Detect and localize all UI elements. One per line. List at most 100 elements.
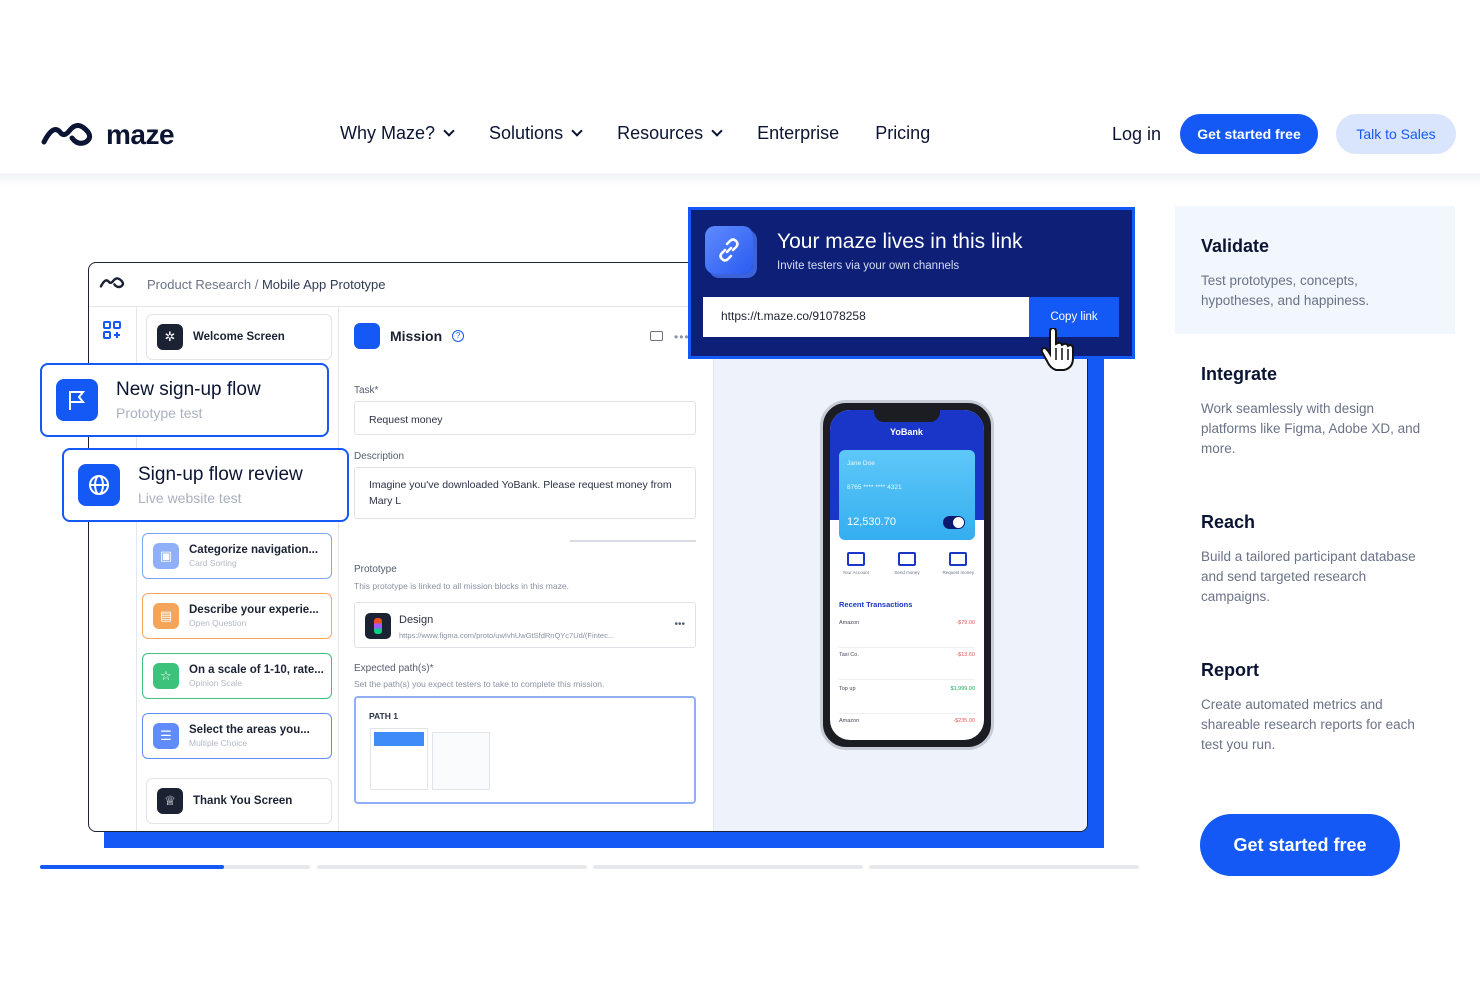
task-input[interactable]: Request money — [354, 401, 696, 435]
chevron-down-icon — [571, 125, 583, 137]
get-started-button[interactable]: Get started free — [1180, 114, 1318, 154]
panel-title: Your maze lives in this link — [777, 230, 1023, 253]
block-thank-you[interactable]: ♕ Thank You Screen — [146, 778, 332, 824]
main-menu: Why Maze? Solutions Resources Enterprise… — [340, 123, 966, 144]
block-open-question[interactable]: ▤ Describe your experie... Open Question — [142, 593, 332, 639]
feature-title: Reach — [1201, 512, 1256, 532]
card-subtitle: Prototype test — [116, 405, 203, 421]
feature-body: Work seamlessly with design platforms li… — [1201, 401, 1421, 456]
paths-label: Expected path(s)* — [354, 663, 434, 674]
menu-pricing[interactable]: Pricing — [875, 123, 930, 144]
card-new-signup-flow[interactable]: New sign-up flow Prototype test — [40, 363, 329, 437]
path-name: PATH 1 — [369, 711, 398, 721]
transaction-name: Top up — [839, 686, 856, 692]
feature-reach[interactable]: Reach Build a tailored participant datab… — [1175, 482, 1455, 637]
maze-logo[interactable]: maze — [40, 119, 175, 151]
block-welcome-screen[interactable]: ✲ Welcome Screen — [146, 314, 332, 360]
block-title: Describe your experie... — [189, 604, 319, 616]
login-link[interactable]: Log in — [1112, 124, 1161, 145]
action-label: Send money — [894, 570, 920, 575]
top-nav: maze Why Maze? Solutions Resources Enter… — [0, 95, 1480, 173]
transaction-name: Amazon — [839, 718, 860, 724]
account-action[interactable]: Your Account — [838, 552, 874, 575]
card-signup-flow-review[interactable]: Sign-up flow review Live website test — [62, 448, 349, 522]
transaction-amount: -$13.60 — [956, 652, 975, 658]
progress-segment-2[interactable] — [317, 865, 587, 869]
feature-title: Integrate — [1201, 364, 1278, 384]
progress-segment-1[interactable] — [40, 865, 310, 869]
transaction-amount: -$235.00 — [953, 718, 975, 724]
progress-segment-4[interactable] — [869, 865, 1139, 869]
card-title: New sign-up flow — [116, 379, 261, 400]
maze-logo-icon — [99, 277, 125, 289]
feature-report[interactable]: Report Create automated metrics and shar… — [1175, 630, 1455, 785]
bank-icon — [846, 552, 865, 566]
prototype-label: Prototype — [354, 564, 397, 575]
talk-to-sales-button[interactable]: Talk to Sales — [1336, 114, 1456, 154]
feature-integrate[interactable]: Integrate Work seamlessly with design pl… — [1175, 334, 1455, 489]
action-label: Request money — [942, 570, 975, 575]
breadcrumb-current: Mobile App Prototype — [261, 277, 386, 292]
prototype-design-row[interactable]: Design https://www.figma.com/proto/uwIvh… — [354, 602, 696, 648]
maze-logo-icon — [41, 123, 93, 146]
menu-label: Enterprise — [757, 123, 840, 143]
card-toggle[interactable] — [943, 516, 965, 529]
preview-icon[interactable] — [650, 331, 663, 341]
transaction-amount: $1,999.00 — [950, 686, 975, 692]
feature-validate[interactable]: Validate Test prototypes, concepts, hypo… — [1175, 206, 1455, 334]
progress-segment-3[interactable] — [593, 865, 863, 869]
transaction-name: Amazon — [839, 620, 860, 626]
get-started-free-button[interactable]: Get started free — [1200, 814, 1400, 876]
card-title: Sign-up flow review — [138, 464, 303, 485]
feature-body: Create automated metrics and shareable r… — [1201, 697, 1415, 752]
menu-label: Pricing — [875, 123, 931, 143]
block-type: Open Question — [189, 618, 247, 628]
block-title: Select the areas you... — [189, 724, 310, 736]
menu-enterprise[interactable]: Enterprise — [757, 123, 839, 144]
speech-bubble-icon: ▤ — [153, 603, 179, 629]
nav-divider — [0, 173, 1480, 187]
menu-label: Why Maze? — [340, 123, 436, 143]
breadcrumb: Product Research / Mobile App Prototype — [147, 277, 386, 292]
block-title: Categorize navigation... — [189, 544, 319, 556]
send-action[interactable]: Send money — [889, 552, 925, 575]
description-label: Description — [354, 451, 405, 462]
path-preview[interactable]: PATH 1 — [354, 696, 696, 804]
recent-title: Recent Transactions — [839, 600, 913, 609]
menu-resources[interactable]: Resources — [617, 123, 723, 144]
menu-solutions[interactable]: Solutions — [489, 123, 583, 144]
card-balance: 12,530.70 — [847, 516, 896, 528]
paths-hint: Set the path(s) you expect testers to ta… — [354, 679, 605, 689]
sun-icon: ✲ — [157, 324, 183, 350]
request-action[interactable]: Request money — [940, 552, 976, 575]
flag-icon — [56, 379, 98, 421]
phone-mockup: YoBank Jane Doe 8765 **** **** 4321 12,5… — [820, 400, 994, 750]
block-card-sorting[interactable]: ▣ Categorize navigation... Card Sorting — [142, 533, 332, 579]
progress-fill — [40, 865, 224, 869]
transaction-amount: -$79.00 — [956, 620, 975, 626]
block-title: Thank You Screen — [193, 795, 293, 807]
more-options-icon[interactable]: ••• — [674, 617, 685, 633]
block-type: Card Sorting — [189, 558, 237, 568]
flag-icon — [354, 323, 380, 349]
transaction-row: Taxi Co. -$13.60 — [839, 648, 975, 680]
description-input[interactable]: Imagine you've downloaded YoBank. Please… — [354, 467, 696, 519]
blocks-grid-icon[interactable] — [103, 321, 121, 339]
design-title: Design — [399, 614, 434, 626]
star-icon: ☆ — [153, 663, 179, 689]
hand-cursor-icon — [1040, 328, 1074, 371]
block-opinion-scale[interactable]: ☆ On a scale of 1-10, rate... Opinion Sca… — [142, 653, 332, 699]
transaction-row: Top up $1,999.00 — [839, 682, 975, 714]
share-url-field[interactable]: https://t.maze.co/91078258 — [703, 297, 1029, 337]
mission-header: Mission ? — [354, 323, 465, 349]
breadcrumb-parent[interactable]: Product Research — [147, 277, 251, 292]
menu-why-maze[interactable]: Why Maze? — [340, 123, 455, 144]
block-multiple-choice[interactable]: ☰ Select the areas you... Multiple Choice — [142, 713, 332, 759]
panel-subtitle: Invite testers via your own channels — [777, 260, 960, 272]
card-holder: Jane Doe — [847, 460, 875, 467]
help-icon[interactable]: ? — [452, 330, 465, 342]
feature-body: Build a tailored participant database an… — [1201, 549, 1416, 604]
link-icon — [705, 226, 753, 274]
path-thumbnail-2 — [432, 732, 490, 790]
phone-actions: Your Account Send money Request money — [830, 552, 984, 575]
